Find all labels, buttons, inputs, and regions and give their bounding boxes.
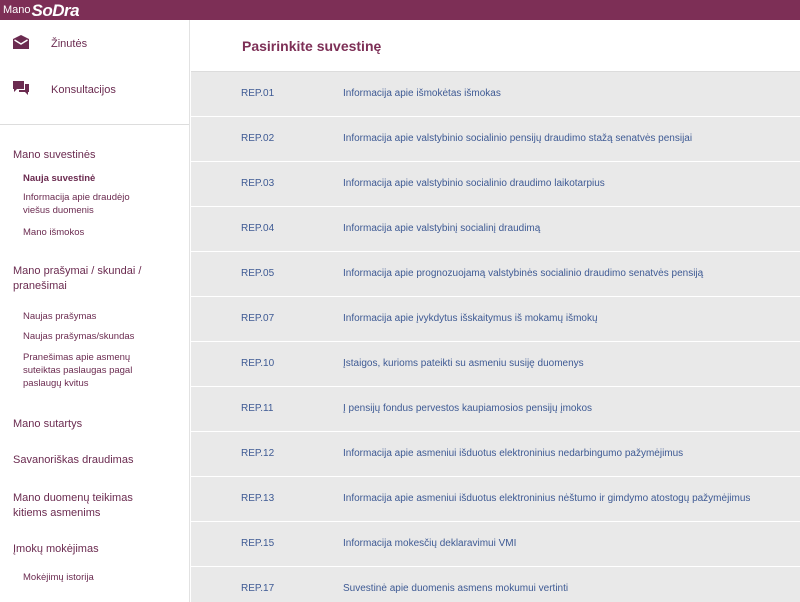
report-code-link[interactable]: REP.10 (241, 358, 274, 369)
messages-label: Žinutės (51, 38, 88, 50)
report-code-link[interactable]: REP.07 (241, 313, 274, 324)
sidebar-top-nav: Žinutės Konsultacijos (0, 20, 189, 125)
report-description-link[interactable]: Įstaigos, kurioms pateikti su asmeniu su… (343, 358, 584, 369)
report-description-link[interactable]: Informacija apie valstybinį socialinį dr… (343, 223, 540, 234)
report-code-link[interactable]: REP.11 (241, 403, 273, 414)
report-code-link[interactable]: REP.03 (241, 178, 274, 189)
main-header: Pasirinkite suvestinę (191, 20, 800, 72)
report-description-link[interactable]: Informacija apie išmokėtas išmokas (343, 88, 501, 99)
report-description-link[interactable]: Informacija apie asmeniui išduotus elekt… (343, 493, 750, 504)
report-row[interactable]: REP.01 Informacija apie išmokėtas išmokas (191, 72, 800, 117)
consultations-label: Konsultacijos (51, 84, 116, 96)
report-code-link[interactable]: REP.01 (241, 88, 274, 99)
menu-new-request-complaint[interactable]: Naujas prašymas/skundas (0, 330, 146, 343)
menu-new-summary[interactable]: Nauja suvestinė (0, 172, 107, 185)
report-code-link[interactable]: REP.15 (241, 538, 274, 549)
report-code-link[interactable]: REP.12 (241, 448, 274, 459)
menu-my-benefits[interactable]: Mano išmokos (0, 226, 96, 239)
main-content: Pasirinkite suvestinę REP.01 Informacija … (191, 20, 800, 602)
report-code-link[interactable]: REP.17 (241, 583, 274, 594)
report-row[interactable]: REP.17 Suvestinė apie duomenis asmens mok… (191, 567, 800, 602)
report-row[interactable]: REP.11 Į pensijų fondus pervestos kaupiam… (191, 387, 800, 432)
section-payments[interactable]: Įmokų mokėjimas (0, 542, 109, 557)
report-row[interactable]: REP.07 Informacija apie įvykdytus išskait… (191, 297, 800, 342)
menu-service-voucher-notice[interactable]: Pranešimas apie asmenų suteiktas paslaug… (0, 351, 160, 390)
chat-bubbles-icon (12, 80, 32, 100)
logo-prefix: Mano (3, 4, 31, 16)
report-code-link[interactable]: REP.13 (241, 493, 274, 504)
consultations-link[interactable]: Konsultacijos (0, 66, 189, 112)
report-row[interactable]: REP.03 Informacija apie valstybinio socia… (191, 162, 800, 207)
report-description-link[interactable]: Informacija mokesčių deklaravimui VMI (343, 538, 516, 549)
report-description-link[interactable]: Informacija apie asmeniui išduotus elekt… (343, 448, 683, 459)
report-description-link[interactable]: Suvestinė apie duomenis asmens mokumui v… (343, 583, 568, 594)
report-description-link[interactable]: Informacija apie valstybinio socialinio … (343, 133, 692, 144)
report-code-link[interactable]: REP.02 (241, 133, 274, 144)
envelope-icon (12, 34, 32, 54)
report-code-link[interactable]: REP.05 (241, 268, 274, 279)
logo[interactable]: SoDra (32, 2, 80, 19)
page-title: Pasirinkite suvestinę (242, 38, 382, 54)
section-voluntary-insurance[interactable]: Savanoriškas draudimas (0, 453, 143, 468)
report-description-link[interactable]: Informacija apie prognozuojamą valstybin… (343, 268, 703, 279)
section-my-contracts[interactable]: Mano sutartys (0, 417, 92, 432)
report-list: REP.01 Informacija apie išmokėtas išmokas… (191, 72, 800, 602)
report-row[interactable]: REP.15 Informacija mokesčių deklaravimui … (191, 522, 800, 567)
report-description-link[interactable]: Informacija apie valstybinio socialinio … (343, 178, 605, 189)
report-code-link[interactable]: REP.04 (241, 223, 274, 234)
report-description-link[interactable]: Informacija apie įvykdytus išskaitymus i… (343, 313, 598, 324)
menu-new-request[interactable]: Naujas prašymas (0, 310, 108, 323)
section-my-requests[interactable]: Mano prašymai / skundai / pranešimai (0, 264, 170, 294)
report-row[interactable]: REP.10 Įstaigos, kurioms pateikti su asme… (191, 342, 800, 387)
menu-payment-history[interactable]: Mokėjimų istorija (0, 571, 106, 584)
menu-insurer-public-data[interactable]: Informacija apie draudėjo viešus duomeni… (0, 191, 160, 217)
sidebar: Žinutės Konsultacijos Mano suvestinės Na… (0, 20, 190, 602)
report-description-link[interactable]: Į pensijų fondus pervestos kaupiamosios … (343, 403, 592, 414)
report-row[interactable]: REP.02 Informacija apie valstybinio socia… (191, 117, 800, 162)
report-row[interactable]: REP.05 Informacija apie prognozuojamą val… (191, 252, 800, 297)
report-row[interactable]: REP.13 Informacija apie asmeniui išduotus… (191, 477, 800, 522)
top-bar: Mano SoDra (0, 0, 800, 20)
report-row[interactable]: REP.04 Informacija apie valstybinį social… (191, 207, 800, 252)
section-data-sharing[interactable]: Mano duomenų teikimas kitiems asmenims (0, 491, 160, 521)
report-row[interactable]: REP.12 Informacija apie asmeniui išduotus… (191, 432, 800, 477)
messages-link[interactable]: Žinutės (0, 20, 189, 66)
section-my-summaries[interactable]: Mano suvestinės (0, 148, 106, 163)
